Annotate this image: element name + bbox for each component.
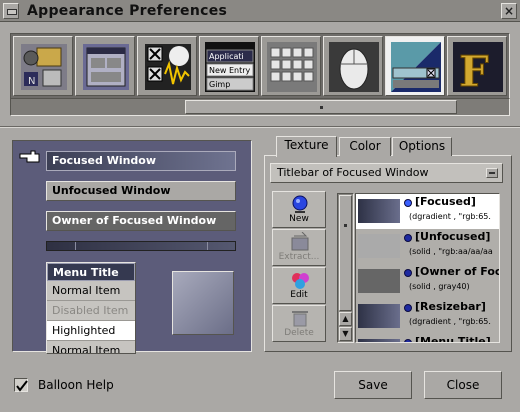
owner-window-titlebar[interactable]: Owner of Focused Window	[46, 211, 236, 231]
svg-text:Gimp: Gimp	[209, 80, 230, 89]
strip-sound[interactable]	[137, 36, 197, 96]
texture-swatch-preview[interactable]	[172, 271, 234, 335]
menu-title[interactable]: Menu Title	[47, 263, 135, 281]
layout-icon	[83, 44, 129, 90]
appearance-preview: Focused Window Unfocused Window Owner of…	[12, 140, 252, 354]
resizebar-notch	[75, 242, 76, 250]
menu-item-highlighted[interactable]: Highlighted	[47, 321, 135, 341]
new-button-label: New	[289, 214, 309, 224]
save-button[interactable]: Save	[334, 371, 412, 399]
strip-desktop-icons[interactable]: N	[13, 36, 73, 96]
title-bar: Appearance Preferences ×	[0, 0, 520, 22]
svg-text:N: N	[28, 76, 35, 87]
texture-name: [Menu Title]	[415, 335, 491, 343]
strip-scrollbar[interactable]	[10, 98, 510, 116]
balloon-help-label: Balloon Help	[38, 378, 114, 392]
dropdown-value: Titlebar of Focused Window	[277, 166, 429, 179]
appearance-icon	[391, 42, 441, 92]
strip-layout[interactable]	[75, 36, 135, 96]
scroll-down-arrow-icon[interactable]: ▼	[339, 327, 352, 341]
texture-description: (solid , "rgb:aa/aa/aa	[409, 247, 493, 256]
close-button[interactable]: Close	[424, 371, 502, 399]
texture-list-scrollbar[interactable]: ▲ ▼	[337, 193, 354, 343]
unfocused-window-titlebar[interactable]: Unfocused Window	[46, 181, 236, 201]
extract-icon	[291, 232, 309, 251]
texture-list-scroll-thumb[interactable]	[339, 195, 352, 311]
extract-texture-button[interactable]: Extract...	[272, 229, 326, 266]
texture-list: [Focused] (dgradient , "rgb:65. [Unfocus…	[355, 193, 500, 343]
separator	[0, 126, 520, 128]
tab-options[interactable]: Options	[392, 137, 452, 156]
menu-item-normal[interactable]: Normal Item	[47, 281, 135, 301]
sound-icon	[145, 44, 191, 90]
tab-color[interactable]: Color	[339, 137, 391, 156]
texture-list-item[interactable]: [Resizebar] (dgradient , "rgb:65.	[356, 299, 499, 334]
texture-thumbnail	[358, 339, 400, 342]
texture-target-dropdown[interactable]: Titlebar of Focused Window	[270, 163, 503, 183]
texture-thumbnail	[358, 234, 400, 258]
strip-appearance[interactable]	[385, 36, 445, 96]
desktop-icons-icon: N	[21, 44, 67, 90]
window-title: Appearance Preferences	[27, 3, 228, 19]
svg-text:New Entry: New Entry	[209, 66, 251, 75]
dropdown-arrow-icon	[486, 168, 498, 178]
texture-name: [Unfocused]	[415, 230, 491, 243]
svg-text:F: F	[459, 47, 489, 92]
new-icon	[292, 195, 308, 213]
menu-item-normal[interactable]: Normal Item	[47, 341, 135, 353]
texture-list-item[interactable]: [Menu Title]	[356, 334, 499, 343]
delete-texture-button[interactable]: Delete	[272, 305, 326, 342]
texture-dot-icon	[404, 304, 412, 312]
scroll-up-arrow-icon[interactable]: ▲	[339, 312, 352, 326]
svg-text:Applicati: Applicati	[209, 52, 244, 61]
texture-thumbnail	[358, 304, 400, 328]
texture-description: (dgradient , "rgb:65.	[409, 317, 491, 326]
texture-dot-icon	[404, 339, 412, 342]
resizebar-notch	[207, 242, 208, 250]
texture-dot-icon	[404, 234, 412, 242]
strip-keyboard[interactable]	[261, 36, 321, 96]
pointing-hand-icon	[19, 150, 40, 163]
resizebar-preview[interactable]	[46, 241, 236, 251]
checkmark-icon	[16, 380, 28, 392]
texture-thumbnail	[358, 199, 400, 223]
edit-texture-button[interactable]: Edit	[272, 267, 326, 304]
focused-window-titlebar[interactable]: Focused Window	[46, 151, 236, 171]
texture-name: [Focused]	[415, 195, 476, 208]
texture-description: (solid , gray40)	[409, 282, 470, 291]
balloon-help-checkbox[interactable]	[14, 378, 28, 392]
menu-item-disabled[interactable]: Disabled Item	[47, 301, 135, 321]
texture-list-item[interactable]: [Unfocused] (solid , "rgb:aa/aa/aa	[356, 229, 499, 264]
window-menu-button[interactable]	[3, 3, 19, 19]
strip-mouse[interactable]	[323, 36, 383, 96]
keyboard-icon	[267, 42, 317, 92]
texture-thumbnail	[358, 269, 400, 293]
delete-button-label: Delete	[284, 328, 314, 338]
strip-font[interactable]: F	[447, 36, 507, 96]
texture-name: [Owner of Focu	[415, 265, 500, 278]
preferences-icon-strip: N Applicati New Entry Gimp F	[10, 33, 510, 99]
texture-description: (dgradient , "rgb:65.	[409, 212, 491, 221]
texture-list-item[interactable]: [Focused] (dgradient , "rgb:65.	[356, 194, 499, 229]
texture-dot-icon	[404, 199, 412, 207]
tab-texture[interactable]: Texture	[276, 136, 337, 157]
menu-preview[interactable]: Menu Title Normal Item Disabled Item Hig…	[46, 262, 136, 354]
edit-icon	[292, 273, 309, 289]
texture-name: [Resizebar]	[415, 300, 486, 313]
font-icon: F	[453, 42, 503, 92]
delete-icon	[292, 311, 308, 327]
new-texture-button[interactable]: New	[272, 191, 326, 228]
strip-scroll-thumb[interactable]	[185, 100, 457, 114]
extract-button-label: Extract...	[278, 252, 320, 262]
texture-dot-icon	[404, 269, 412, 277]
mouse-icon	[329, 42, 379, 92]
strip-menu[interactable]: Applicati New Entry Gimp	[199, 36, 259, 96]
edit-button-label: Edit	[290, 290, 308, 300]
menu-icon: Applicati New Entry Gimp	[205, 42, 255, 92]
window-close-button[interactable]: ×	[501, 3, 517, 19]
texture-list-item[interactable]: [Owner of Focu (solid , gray40)	[356, 264, 500, 299]
